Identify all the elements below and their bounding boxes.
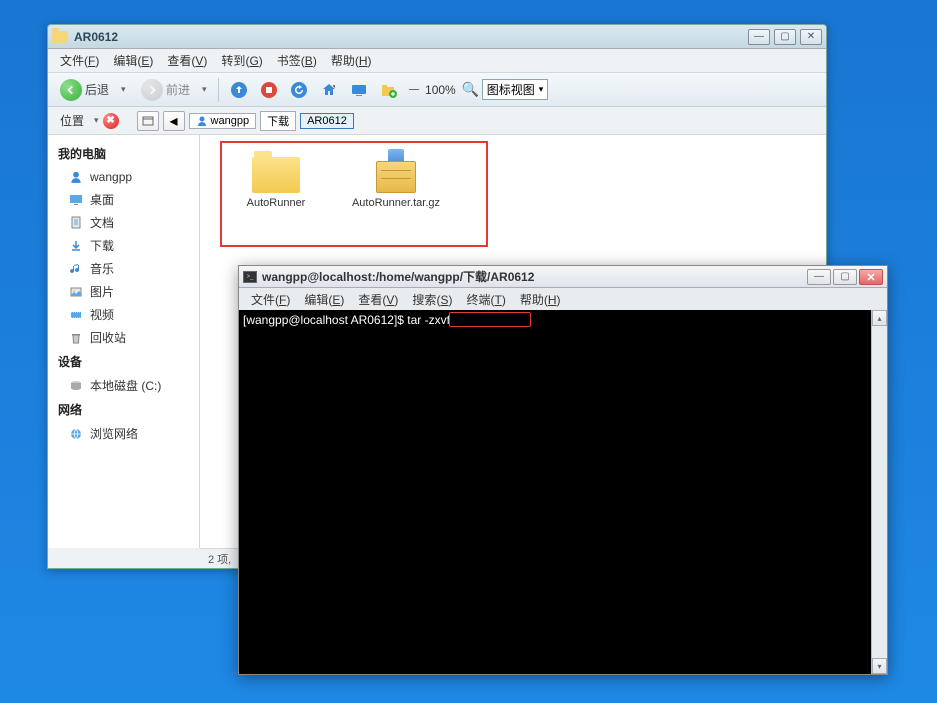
path-nav-left[interactable]: ◂ — [163, 111, 185, 131]
term-menu-search[interactable]: 搜索(S) — [406, 289, 458, 310]
term-scrollbar[interactable]: ▴ ▾ — [871, 310, 887, 674]
crumb-wangpp[interactable]: wangpp — [189, 113, 257, 129]
menu-bookmarks[interactable]: 书签(B) — [271, 49, 323, 72]
sidebar-item-trash[interactable]: 回收站 — [52, 326, 195, 349]
stop-icon[interactable] — [257, 78, 281, 102]
up-icon[interactable] — [227, 78, 251, 102]
location-bar: 位置 ▾ ✖ ◂ wangpp 下载 AR0612 — [48, 107, 826, 135]
reload-icon[interactable] — [287, 78, 311, 102]
scroll-down-button[interactable]: ▾ — [872, 658, 887, 674]
sidebar-item-downloads[interactable]: 下载 — [52, 234, 195, 257]
sidebar-item-pictures[interactable]: 图片 — [52, 280, 195, 303]
term-minimize-button[interactable]: — — [807, 269, 831, 285]
sidebar-item-music[interactable]: 音乐 — [52, 257, 195, 280]
terminal-content[interactable]: [wangpp@localhost AR0612]$ tar -zxvf — [239, 310, 871, 674]
term-titlebar[interactable]: wangpp@localhost:/home/wangpp/下载/AR0612 … — [239, 266, 887, 288]
sb-section-devices: 设备 — [52, 349, 195, 374]
sidebar-item-desktop[interactable]: 桌面 — [52, 188, 195, 211]
close-button[interactable]: ✕ — [800, 29, 822, 45]
term-title: wangpp@localhost:/home/wangpp/下载/AR0612 — [262, 268, 807, 285]
folder-icon — [252, 157, 300, 193]
sb-section-computer: 我的电脑 — [52, 141, 195, 166]
view-mode-select[interactable]: 图标视图▾ — [482, 79, 549, 100]
scroll-track[interactable] — [872, 326, 887, 658]
error-icon: ✖ — [103, 113, 119, 129]
location-label: 位置 — [54, 110, 90, 131]
fm-menubar: 文件(F) 编辑(E) 查看(V) 转到(G) 书签(B) 帮助(H) — [48, 49, 826, 73]
forward-dropdown[interactable]: ▾ — [202, 84, 210, 95]
folder-icon — [52, 31, 68, 43]
window-title: AR0612 — [74, 30, 748, 44]
sb-section-network: 网络 — [52, 397, 195, 422]
edit-path-button[interactable] — [137, 111, 159, 131]
zoom-level: 100% — [425, 83, 456, 97]
terminal-icon — [243, 271, 257, 283]
home-icon[interactable] — [317, 78, 341, 102]
fm-titlebar[interactable]: AR0612 — ▢ ✕ — [48, 25, 826, 49]
sidebar-item-documents[interactable]: 文档 — [52, 211, 195, 234]
back-button[interactable]: 后退 — [54, 77, 115, 103]
zoom-in-icon[interactable]: 🔍 — [462, 81, 470, 98]
menu-edit[interactable]: 编辑(E) — [107, 49, 159, 72]
maximize-button[interactable]: ▢ — [774, 29, 796, 45]
term-menubar: 文件(F) 编辑(E) 查看(V) 搜索(S) 终端(T) 帮助(H) — [239, 288, 887, 310]
archive-icon — [376, 149, 416, 193]
zoom-out-icon[interactable]: － — [407, 80, 415, 100]
menu-file[interactable]: 文件(F) — [54, 49, 105, 72]
computer-icon[interactable] — [347, 78, 371, 102]
crumb-ar0612[interactable]: AR0612 — [300, 113, 354, 129]
term-menu-view[interactable]: 查看(V) — [352, 289, 404, 310]
scroll-up-button[interactable]: ▴ — [872, 310, 887, 326]
sidebar-item-wangpp[interactable]: wangpp — [52, 166, 195, 188]
location-dropdown[interactable]: ▾ — [94, 115, 99, 126]
terminal-window: wangpp@localhost:/home/wangpp/下载/AR0612 … — [238, 265, 888, 675]
term-menu-terminal[interactable]: 终端(T) — [460, 289, 511, 310]
term-command: tar -zxvf — [407, 313, 453, 327]
new-folder-icon[interactable] — [377, 78, 401, 102]
term-menu-edit[interactable]: 编辑(E) — [298, 289, 350, 310]
sidebar: 我的电脑 wangpp 桌面 文档 下载 音乐 图片 视频 回收站 设备 本地磁… — [48, 135, 200, 548]
menu-view[interactable]: 查看(V) — [161, 49, 213, 72]
forward-button[interactable]: 前进 — [135, 77, 196, 103]
sidebar-item-disk-c[interactable]: 本地磁盘 (C:) — [52, 374, 195, 397]
term-menu-file[interactable]: 文件(F) — [245, 289, 296, 310]
term-prompt: [wangpp@localhost AR0612]$ — [243, 313, 407, 327]
term-close-button[interactable] — [859, 269, 883, 285]
term-menu-help[interactable]: 帮助(H) — [514, 289, 567, 310]
sidebar-item-network[interactable]: 浏览网络 — [52, 422, 195, 445]
menu-go[interactable]: 转到(G) — [215, 49, 268, 72]
sidebar-item-videos[interactable]: 视频 — [52, 303, 195, 326]
crumb-downloads[interactable]: 下载 — [260, 111, 296, 131]
command-highlight-annotation — [449, 312, 531, 327]
back-dropdown[interactable]: ▾ — [121, 84, 129, 95]
minimize-button[interactable]: — — [748, 29, 770, 45]
term-maximize-button[interactable]: ▢ — [833, 269, 857, 285]
fm-toolbar: 后退 ▾ 前进 ▾ － 100% 🔍 图标视图▾ — [48, 73, 826, 107]
menu-help[interactable]: 帮助(H) — [325, 49, 378, 72]
